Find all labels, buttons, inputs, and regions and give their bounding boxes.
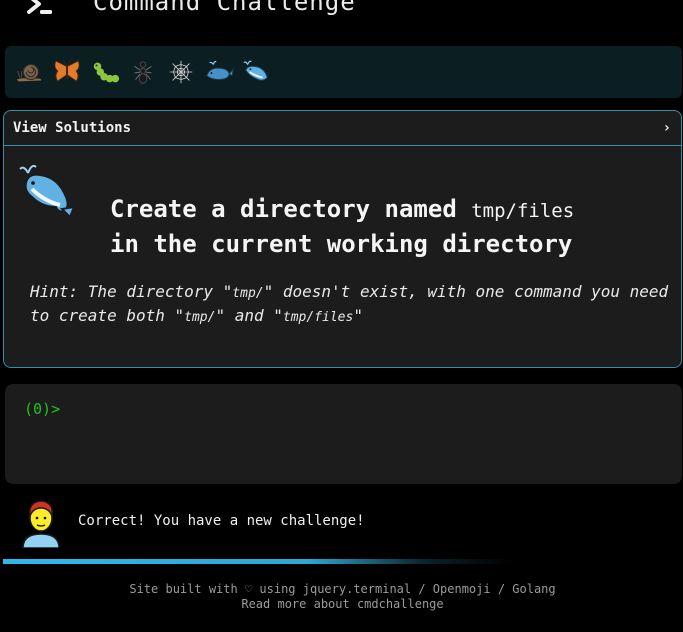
ant-icon	[134, 61, 152, 84]
app-title: Command Challenge	[93, 0, 356, 16]
hint-text: " and "	[215, 306, 283, 325]
hint-code: tmp/files	[282, 310, 354, 325]
hint-code: tmp/	[184, 310, 216, 325]
butterfly-icon	[54, 59, 80, 83]
level-ant[interactable]	[127, 56, 159, 88]
chevron-right-icon: ›	[662, 120, 671, 136]
hint-text: "	[353, 306, 363, 325]
view-solutions-toggle[interactable]: View Solutions ›	[4, 111, 681, 146]
man-avatar-icon	[22, 500, 60, 548]
level-caterpillar[interactable]	[89, 56, 121, 88]
challenge-hint: Hint: The directory "tmp/" doesn't exist…	[30, 281, 670, 329]
terminal-prompt-icon[interactable]	[27, 0, 53, 18]
app-root: Command Challenge View Solutions › Creat…	[3, 0, 682, 632]
view-solutions-label: View Solutions	[13, 120, 132, 136]
challenge-title-line2: in the current working directory	[110, 230, 573, 258]
challenge-title-text: Create a directory named	[110, 195, 472, 223]
challenge-title: Create a directory named tmp/files in th…	[110, 193, 574, 261]
footer-read-more-link[interactable]: Read more about cmdchallenge	[3, 597, 682, 612]
level-bar	[5, 46, 682, 98]
status-message: Correct! You have a new challenge!	[78, 513, 365, 529]
hint-code: tmp/	[232, 286, 264, 301]
challenge-title-code: tmp/files	[471, 200, 575, 222]
whale-icon	[206, 60, 234, 80]
spouting-whale-icon	[19, 164, 76, 219]
level-whale[interactable]	[203, 56, 235, 88]
level-butterfly[interactable]	[51, 56, 83, 88]
app-header: Command Challenge	[3, 0, 682, 38]
caterpillar-icon	[93, 62, 120, 83]
footer-credits[interactable]: Site built with ♡ using jquery.terminal …	[3, 582, 682, 597]
terminal-prompt: (0)>	[24, 400, 61, 418]
challenge-panel: View Solutions › Create a directory name…	[3, 110, 682, 368]
snail-icon	[16, 63, 42, 82]
spider-web-icon	[169, 60, 193, 84]
spouting-whale-icon	[243, 60, 268, 81]
terminal-input[interactable]: (0)>	[5, 384, 682, 484]
site-footer: Site built with ♡ using jquery.terminal …	[3, 582, 682, 612]
level-spouting-whale[interactable]	[241, 56, 273, 88]
progress-bar	[3, 559, 682, 564]
level-spider-web[interactable]	[165, 56, 197, 88]
hint-text: Hint: The directory "	[30, 282, 233, 301]
level-snail[interactable]	[13, 56, 45, 88]
